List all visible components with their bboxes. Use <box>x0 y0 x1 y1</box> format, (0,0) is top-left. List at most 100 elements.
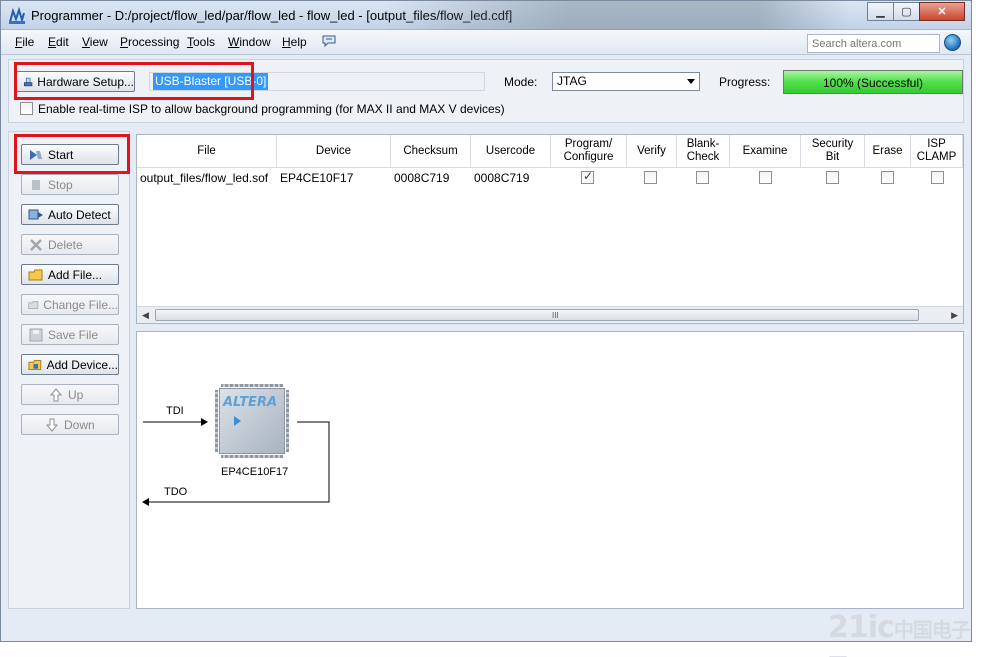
add-file-label: Add File... <box>48 267 103 282</box>
add-device-icon <box>28 359 42 370</box>
delete-button-label: Delete <box>48 237 83 252</box>
erase-checkbox[interactable] <box>881 171 894 184</box>
program-configure-checkbox[interactable] <box>581 169 594 184</box>
search-input[interactable] <box>807 34 940 53</box>
minimize-button[interactable]: ▁ <box>867 2 894 21</box>
row-usercode: 0008C719 <box>474 171 530 185</box>
save-file-label: Save File <box>48 327 99 342</box>
progress-label: Progress: <box>719 75 771 89</box>
change-file-label: Change File... <box>43 297 118 312</box>
menu-bar: File Edit View Processing Tools Window H… <box>1 30 971 55</box>
altera-logo: ALTERA <box>223 395 278 410</box>
folder-icon <box>28 269 43 280</box>
tdi-label: TDI <box>166 405 184 417</box>
menu-file-label: ile <box>22 35 35 49</box>
up-button-label: Up <box>68 387 84 402</box>
up-button[interactable]: Up <box>21 384 119 405</box>
menu-window-label: indow <box>239 35 271 49</box>
watermark-main: 21ic <box>828 610 895 645</box>
column-header-verify[interactable]: Verify <box>627 135 677 168</box>
verify-checkbox[interactable] <box>644 171 657 184</box>
scroll-left-icon[interactable]: ◀ <box>142 310 149 321</box>
column-header-blank-check[interactable]: Blank- Check <box>677 135 730 168</box>
save-icon <box>29 328 43 341</box>
row-file: output_files/flow_led.sof <box>140 171 269 185</box>
menu-tools[interactable]: Tools <box>187 35 215 49</box>
column-header-checksum[interactable]: Checksum <box>391 135 471 168</box>
column-header-isp-clamp[interactable]: ISP CLAMP <box>911 135 963 168</box>
change-file-button[interactable]: Change File... <box>21 294 119 315</box>
down-button[interactable]: Down <box>21 414 119 435</box>
scrollbar-grip: III <box>552 311 559 320</box>
delete-icon <box>30 238 42 251</box>
tool-button-panel: Start Stop Auto Detect Delete Add File..… <box>8 131 130 609</box>
examine-checkbox[interactable] <box>759 171 772 184</box>
fpga-device[interactable]: ALTERA <box>215 384 289 458</box>
down-button-label: Down <box>64 417 95 432</box>
horizontal-scrollbar[interactable]: ◀ III ▶ <box>137 306 963 323</box>
isp-checkbox-label: Enable real-time ISP to allow background… <box>38 102 505 116</box>
status-strip <box>1 615 971 641</box>
menu-tools-label: ools <box>193 35 216 49</box>
scrollbar-thumb[interactable]: III <box>155 309 919 321</box>
mode-select[interactable]: JTAG <box>552 72 700 91</box>
menu-help[interactable]: Help <box>282 35 307 49</box>
menu-view-label: iew <box>89 35 108 49</box>
stop-button-label: Stop <box>48 177 73 192</box>
auto-detect-icon <box>28 209 43 219</box>
add-device-button[interactable]: Add Device... <box>21 354 119 375</box>
menu-help-label: elp <box>290 35 307 49</box>
menu-edit[interactable]: Edit <box>48 35 69 49</box>
tdo-label: TDO <box>164 486 188 498</box>
play-triangle-icon <box>234 416 241 426</box>
save-file-button[interactable]: Save File <box>21 324 119 345</box>
programmer-app-icon <box>9 7 25 24</box>
menu-view[interactable]: View <box>82 35 108 49</box>
row-checksum: 0008C719 <box>394 171 450 185</box>
delete-button[interactable]: Delete <box>21 234 119 255</box>
mode-label: Mode: <box>504 75 538 89</box>
column-header-security-bit[interactable]: Security Bit <box>801 135 865 168</box>
change-file-icon <box>28 300 39 309</box>
menu-help-accesskey: H <box>282 35 291 49</box>
scroll-right-icon[interactable]: ▶ <box>951 310 958 321</box>
progress-text: 100% (Successful) <box>822 76 924 90</box>
isp-clamp-checkbox[interactable] <box>931 171 944 184</box>
maximize-button[interactable]: ▢ <box>893 2 920 21</box>
column-header-device[interactable]: Device <box>277 135 391 168</box>
menu-window[interactable]: Window <box>228 35 271 49</box>
globe-icon[interactable] <box>944 34 961 51</box>
column-header-erase[interactable]: Erase <box>865 135 911 168</box>
column-header-usercode[interactable]: Usercode <box>471 135 551 168</box>
security-bit-checkbox[interactable] <box>826 171 839 184</box>
mode-select-value: JTAG <box>557 74 587 88</box>
auto-detect-button[interactable]: Auto Detect <box>21 204 119 225</box>
add-file-button[interactable]: Add File... <box>21 264 119 285</box>
jtag-chain-diagram: TDI TDO ALTERA EP4CE10F17 <box>136 331 964 609</box>
highlight-box-hardware <box>14 62 254 100</box>
menu-edit-accesskey: E <box>48 35 57 49</box>
speech-bubble-icon[interactable] <box>321 34 337 48</box>
title-bar[interactable]: Programmer - D:/project/flow_led/par/flo… <box>1 1 971 30</box>
column-header-examine[interactable]: Examine <box>730 135 801 168</box>
chip-device-name: EP4CE10F17 <box>221 466 289 478</box>
window-title: Programmer - D:/project/flow_led/par/flo… <box>31 8 513 23</box>
menu-file[interactable]: File <box>15 35 34 49</box>
stop-button[interactable]: Stop <box>21 174 119 195</box>
chevron-down-icon <box>687 79 695 84</box>
auto-detect-label: Auto Detect <box>48 207 111 222</box>
menu-edit-label: dit <box>56 35 69 49</box>
close-button[interactable]: ✕ <box>919 2 965 21</box>
stop-icon <box>32 179 40 190</box>
blank-check-checkbox[interactable] <box>696 171 709 184</box>
menu-processing-label: rocessing <box>128 35 180 49</box>
column-header-file[interactable]: File <box>137 135 277 168</box>
isp-checkbox[interactable] <box>20 102 33 115</box>
add-device-label: Add Device... <box>46 357 118 372</box>
menu-processing[interactable]: Processing <box>120 35 179 49</box>
menu-processing-accesskey: P <box>120 35 129 49</box>
progress-bar: 100% (Successful) <box>783 70 963 94</box>
programmer-window: Programmer - D:/project/flow_led/par/flo… <box>0 0 972 642</box>
row-device: EP4CE10F17 <box>280 171 354 185</box>
column-header-program[interactable]: Program/ Configure <box>551 135 627 168</box>
